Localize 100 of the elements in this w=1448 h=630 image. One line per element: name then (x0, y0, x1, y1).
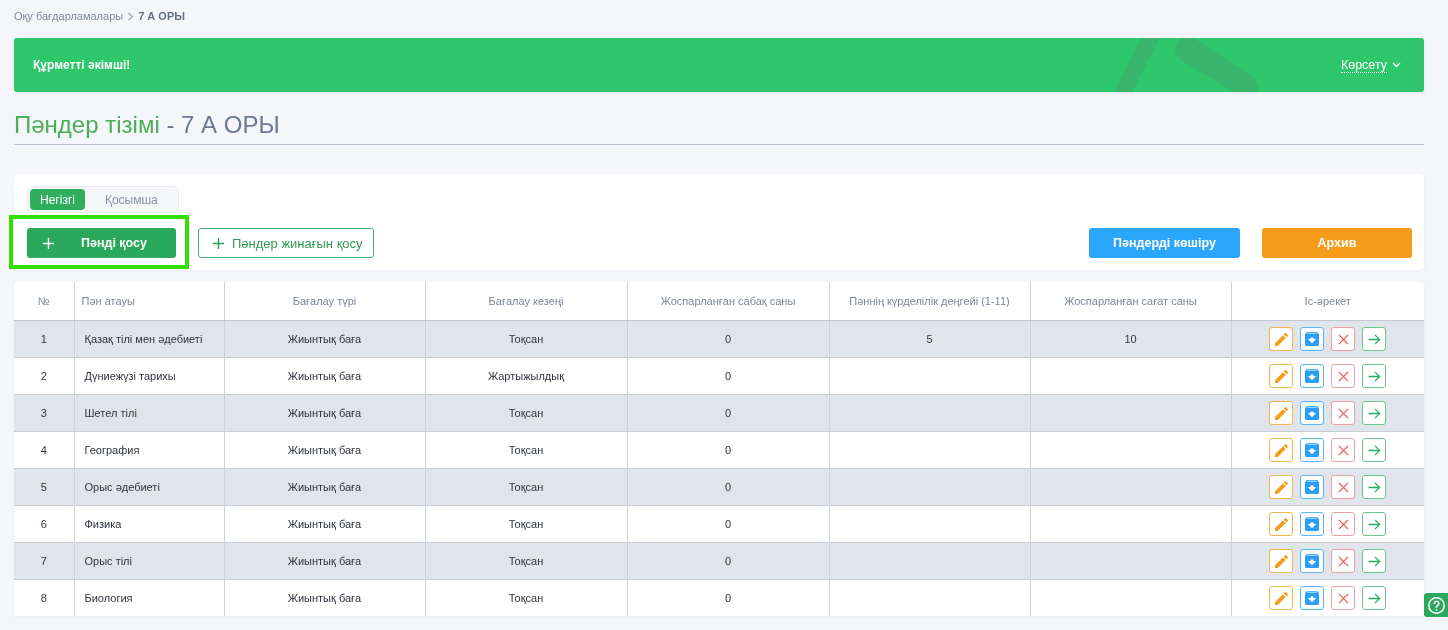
pencil-icon (1274, 406, 1288, 420)
delete-button[interactable] (1331, 512, 1356, 536)
edit-button[interactable] (1269, 327, 1294, 351)
help-icon (1427, 596, 1445, 614)
table-cell: Орыс әдебиеті (74, 468, 224, 506)
table-cell: 5 (829, 320, 1030, 358)
archive-button[interactable]: Архив (1262, 228, 1412, 258)
open-button[interactable] (1362, 586, 1387, 610)
delete-button[interactable] (1331, 401, 1356, 425)
open-button[interactable] (1362, 401, 1387, 425)
archive-button[interactable] (1300, 586, 1325, 610)
tab[interactable]: Негізгі (30, 189, 85, 210)
table-cell: Тоқсан (425, 394, 627, 432)
table-cell: 5 (14, 468, 74, 506)
archive-button[interactable] (1300, 364, 1325, 388)
table-cell: Тоқсан (425, 468, 627, 506)
table-cell: Қазақ тілі мен әдебиеті (74, 320, 224, 358)
table-cell: 0 (627, 542, 829, 580)
arrow-right-icon (1367, 370, 1381, 382)
table-cell: Орыс тілі (74, 542, 224, 580)
pencil-icon (1274, 517, 1288, 531)
column-header: Бағалау түрі (224, 282, 425, 321)
column-header: Бағалау кезеңі (425, 282, 627, 321)
edit-button[interactable] (1269, 438, 1294, 462)
delete-button[interactable] (1331, 438, 1356, 462)
table-cell: Жиынтық баға (224, 579, 425, 616)
show-toggle[interactable]: Көрсету (1340, 57, 1401, 73)
column-header: Іс-әрекет (1231, 282, 1424, 321)
archive-button[interactable] (1300, 512, 1325, 536)
open-button[interactable] (1362, 438, 1387, 462)
pencil-icon (1274, 554, 1288, 568)
tab[interactable]: Қосымша (92, 189, 170, 210)
archive-button[interactable] (1300, 475, 1325, 499)
cross-icon (1337, 555, 1349, 567)
table-cell: Тоқсан (425, 542, 627, 580)
table-cell: 7 (14, 542, 74, 580)
column-header: № (14, 282, 74, 321)
cross-icon (1337, 407, 1349, 419)
page-title: Пәндер тізімі - 7 А ОРЫ (14, 110, 280, 140)
arrow-right-icon (1367, 518, 1381, 530)
edit-button[interactable] (1269, 512, 1294, 536)
delete-button[interactable] (1331, 549, 1356, 573)
edit-button[interactable] (1269, 475, 1294, 499)
table-cell: Биология (74, 579, 224, 616)
add-subject-set-button[interactable]: Пәндер жинағын қосу (198, 228, 374, 258)
table-cell: 0 (627, 394, 829, 432)
table-cell: 1 (14, 320, 74, 358)
open-button[interactable] (1362, 475, 1387, 499)
cross-icon (1337, 444, 1349, 456)
column-header: Жоспарланған сағат саны (1030, 282, 1231, 321)
archive-button[interactable] (1300, 327, 1325, 351)
delete-button[interactable] (1331, 475, 1356, 499)
arrow-right-icon (1367, 444, 1381, 456)
table-cell: Жиынтық баға (224, 542, 425, 580)
pencil-icon (1274, 332, 1288, 346)
table-cell: 0 (627, 579, 829, 616)
breadcrumb-current: 7 А ОРЫ (138, 10, 185, 22)
open-button[interactable] (1362, 549, 1387, 573)
pencil-icon (1274, 591, 1288, 605)
chevron-down-icon (1392, 62, 1401, 68)
help-button[interactable] (1424, 593, 1448, 617)
archive-button[interactable] (1300, 549, 1325, 573)
archive-box-icon (1305, 517, 1320, 531)
archive-button[interactable] (1300, 401, 1325, 425)
archive-box-icon (1305, 591, 1320, 605)
table-cell: 0 (627, 468, 829, 506)
greeting-text: Құрметті әкімші! (33, 58, 131, 72)
cross-icon (1337, 370, 1349, 382)
column-header: Жоспарланған сабақ саны (627, 282, 829, 321)
breadcrumb-link[interactable]: Оқу бағдарламалары (14, 10, 124, 22)
archive-box-icon (1305, 554, 1320, 568)
archive-box-icon (1305, 480, 1320, 494)
pencil-icon (1274, 369, 1288, 383)
edit-button[interactable] (1269, 401, 1294, 425)
open-button[interactable] (1362, 364, 1387, 388)
plus-icon (43, 237, 54, 249)
archive-button[interactable] (1300, 438, 1325, 462)
copy-subjects-button[interactable]: Пәндерді көшіру (1089, 228, 1240, 258)
table-cell: Жиынтық баға (224, 468, 425, 506)
archive-box-icon (1305, 443, 1320, 457)
arrow-right-icon (1367, 555, 1381, 567)
table-cell: Жиынтық баға (224, 320, 425, 358)
edit-button[interactable] (1269, 549, 1294, 573)
table-cell: Тоқсан (425, 579, 627, 616)
arrow-right-icon (1367, 481, 1381, 493)
table-cell: Жиынтық баға (224, 394, 425, 432)
edit-button[interactable] (1269, 364, 1294, 388)
delete-button[interactable] (1331, 327, 1356, 351)
delete-button[interactable] (1331, 364, 1356, 388)
table-cell: 10 (1030, 320, 1231, 358)
add-subject-button[interactable]: Пәнді қосу (27, 228, 176, 258)
arrow-right-icon (1367, 592, 1381, 604)
arrow-right-icon (1367, 407, 1381, 419)
plus-icon (213, 237, 224, 249)
edit-button[interactable] (1269, 586, 1294, 610)
delete-button[interactable] (1331, 586, 1356, 610)
table-cell: 8 (14, 579, 74, 616)
open-button[interactable] (1362, 327, 1387, 351)
open-button[interactable] (1362, 512, 1387, 536)
table-cell: 3 (14, 394, 74, 432)
